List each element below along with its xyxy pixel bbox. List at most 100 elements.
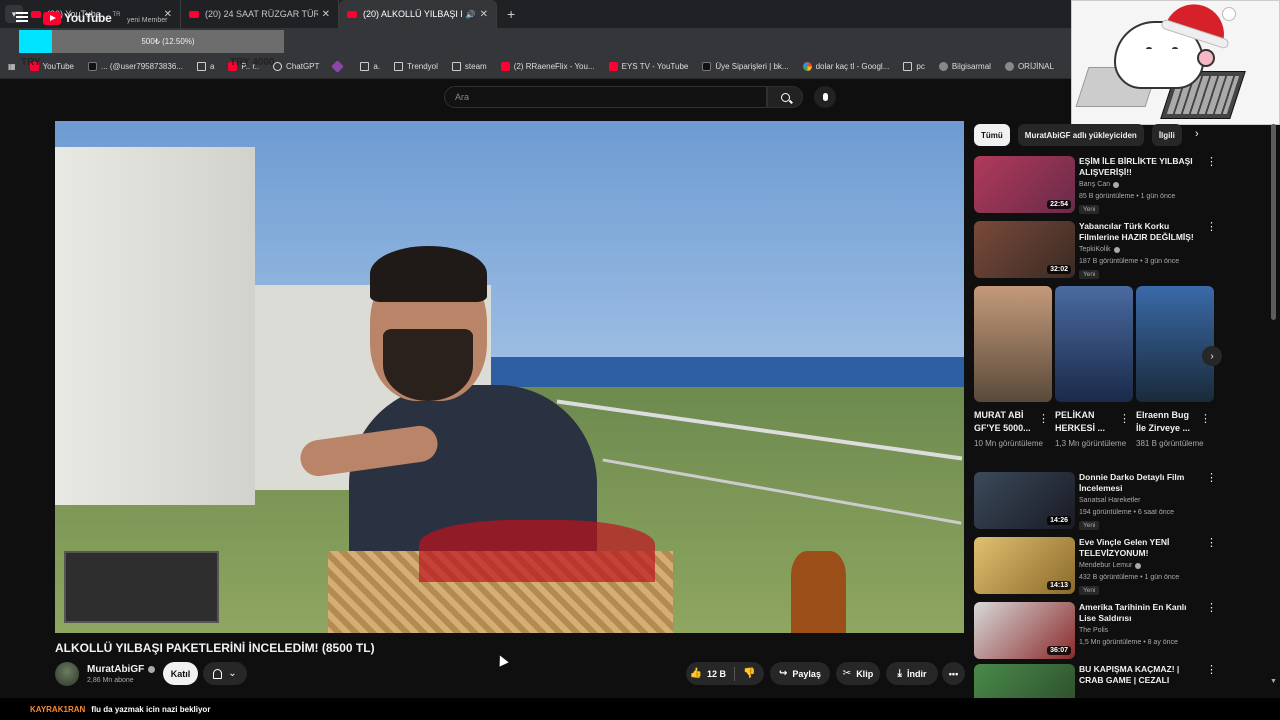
short-views: 381 B görüntüleme xyxy=(1136,439,1204,448)
short-title[interactable]: PELİKAN HERKESİ ... xyxy=(1055,409,1117,435)
youtube-logo[interactable]: YouTube TR xyxy=(43,11,120,25)
menu-icon[interactable] xyxy=(16,12,28,22)
video-thumbnail[interactable]: 14:13 xyxy=(974,537,1075,594)
bookmark-orijinal[interactable]: ORİJİNAL xyxy=(1004,62,1054,71)
duration-badge: 32:02 xyxy=(1047,265,1071,274)
shorts-next-button[interactable]: › xyxy=(1202,346,1222,366)
share-icon: ↪ xyxy=(779,668,788,679)
more-vertical-icon[interactable]: ⋮ xyxy=(1206,538,1217,549)
more-vertical-icon[interactable]: ⋮ xyxy=(1206,222,1217,233)
duration-badge: 22:54 xyxy=(1047,200,1071,209)
more-vertical-icon[interactable]: ⋮ xyxy=(1206,473,1217,484)
tab-title: (20) ALKOLLÜ YILBAŞI PAKE xyxy=(363,9,462,19)
short-views: 1,3 Mn görüntüleme xyxy=(1055,439,1127,448)
more-vertical-icon[interactable]: ⋮ xyxy=(1038,412,1049,425)
scroll-down-arrow-icon[interactable]: ▼ xyxy=(1270,678,1277,685)
bookmark-tiktok[interactable]: ... (@user795873836... xyxy=(88,62,183,71)
download-icon: ⤓ xyxy=(897,668,902,679)
chevron-right-icon: › xyxy=(1210,350,1214,362)
more-vertical-icon[interactable]: ⋮ xyxy=(1119,412,1130,425)
short-thumbnail[interactable] xyxy=(1055,286,1133,402)
search-button[interactable] xyxy=(767,86,803,108)
more-icon: ••• xyxy=(948,668,959,679)
more-vertical-icon[interactable]: ⋮ xyxy=(1206,157,1217,168)
bookmark-uye-siparisleri[interactable]: Üye Siparişleri | bk... xyxy=(702,62,789,71)
video-grill xyxy=(64,551,219,623)
chevron-right-icon[interactable]: › xyxy=(1195,128,1199,140)
share-button[interactable]: ↪ Paylaş xyxy=(770,662,830,685)
close-icon[interactable]: ✕ xyxy=(322,9,330,20)
dislike-icon[interactable]: 👎 xyxy=(743,668,755,679)
video-thumbnail[interactable]: 36:07 xyxy=(974,602,1075,659)
recommendation-item[interactable]: 32:02 Yabancılar Türk Korku Filmlerine H… xyxy=(974,221,1222,279)
short-item[interactable]: PELİKAN HERKESİ ... 1,3 Mn görüntüleme ⋮ xyxy=(1055,286,1133,450)
recommendation-title[interactable]: Donnie Darko Detaylı Film İncelemesi xyxy=(1079,472,1204,494)
download-button[interactable]: ⤓ İndir xyxy=(886,662,938,685)
clip-button[interactable]: ✂ Klip xyxy=(836,662,880,685)
recommendation-title[interactable]: EŞİM İLE BİRLİKTE YILBAŞI ALIŞVERİŞİ!! xyxy=(1079,156,1204,178)
bookmark-folder-a2[interactable]: a. xyxy=(360,62,380,71)
bookmark-folder-a[interactable]: a xyxy=(196,62,214,71)
video-player[interactable] xyxy=(55,121,964,633)
recommendation-title[interactable]: Eve Vinçle Gelen YENİ TELEVİZYONUM! xyxy=(1079,537,1204,559)
video-thumbnail[interactable]: 22:54 xyxy=(974,156,1075,213)
short-thumbnail[interactable] xyxy=(974,286,1052,402)
overlay-member-text: yeni Member xyxy=(127,17,168,24)
recommendation-item[interactable]: BU KAPIŞMA KAÇMAZ! | CRAB GAME | CEZALI … xyxy=(974,664,1222,698)
channel-name-row[interactable]: MuratAbiGF xyxy=(87,664,156,675)
short-title[interactable]: Elraenn Bug İle Zirveye ... xyxy=(1136,409,1198,435)
close-icon[interactable]: ✕ xyxy=(480,9,488,20)
verified-icon xyxy=(148,666,156,673)
google-icon xyxy=(802,62,812,71)
browser-tab-2[interactable]: (20) 24 SAAT RÜZGAR TÜRBİNİ ✕ xyxy=(181,0,339,28)
recommendation-title[interactable]: Yabancılar Türk Korku Filmlerine HAZIR D… xyxy=(1079,221,1204,243)
channel-avatar[interactable] xyxy=(55,662,79,686)
search-icon xyxy=(780,92,790,102)
bookmark-pc[interactable]: pc xyxy=(903,62,925,71)
chip-from-uploader[interactable]: MuratAbiGF adlı yükleyiciden xyxy=(1017,124,1144,146)
short-item[interactable]: Elraenn Bug İle Zirveye ... 381 B görünt… xyxy=(1136,286,1214,450)
bookmark-dolar[interactable]: dolar kaç tl - Googl... xyxy=(802,62,889,71)
video-thumbnail[interactable]: 32:02 xyxy=(974,221,1075,278)
bookmark-bilgisarmal[interactable]: Bilgisarmal xyxy=(938,62,991,71)
channel-name[interactable]: MuratAbiGF xyxy=(87,664,144,675)
join-button[interactable]: Katıl xyxy=(163,662,198,685)
short-item[interactable]: MURAT ABİ GF'YE 5000... 10 Mn görüntülem… xyxy=(974,286,1052,450)
recommendation-meta: 1,5 Mn görüntüleme • 8 ay önce xyxy=(1079,639,1178,646)
like-icon[interactable]: 👍 xyxy=(690,668,702,679)
page-scrollbar[interactable] xyxy=(1271,124,1276,320)
more-vertical-icon[interactable]: ⋮ xyxy=(1200,412,1211,425)
bookmark-chatgpt[interactable]: ChatGPT xyxy=(273,62,319,71)
duration-badge: 14:26 xyxy=(1047,516,1071,525)
bookmark-steam[interactable]: steam xyxy=(451,62,487,71)
new-tab-button[interactable]: + xyxy=(507,6,515,22)
filter-chips: Tümü MuratAbiGF adlı yükleyiciden İlgili xyxy=(974,124,1182,146)
speaker-icon[interactable]: 🔊 xyxy=(466,10,476,19)
recommendation-item[interactable]: 14:13 Eve Vinçle Gelen YENİ TELEVİZYONUM… xyxy=(974,537,1222,595)
more-vertical-icon[interactable]: ⋮ xyxy=(1206,603,1217,614)
bookmark-rraeneflix[interactable]: (2) RRaeneFlix - You... xyxy=(500,62,595,71)
short-title[interactable]: MURAT ABİ GF'YE 5000... xyxy=(974,409,1036,435)
recommendation-title[interactable]: BU KAPIŞMA KAÇMAZ! | CRAB GAME | CEZALI xyxy=(1079,664,1204,686)
bookmark-trendyol[interactable]: Trendyol xyxy=(394,62,438,71)
short-thumbnail[interactable] xyxy=(1136,286,1214,402)
recommendation-item[interactable]: 14:26 Donnie Darko Detaylı Film İnceleme… xyxy=(974,472,1222,530)
stream-overlay-text: 500₺ (12.50%) xyxy=(141,37,195,46)
bookmark-eys-tv[interactable]: EYS TV - YouTube xyxy=(608,62,688,71)
apps-icon[interactable]: ▦ xyxy=(8,62,16,71)
recommendation-title[interactable]: Amerika Tarihinin En Kanlı Lise Saldırıs… xyxy=(1079,602,1204,624)
notifications-button[interactable]: ⌄ xyxy=(203,662,247,685)
bookmark-purple[interactable] xyxy=(331,60,346,73)
video-thumbnail[interactable]: 14:26 xyxy=(974,472,1075,529)
search-input[interactable]: Ara xyxy=(444,86,767,108)
chip-related[interactable]: İlgili xyxy=(1151,124,1182,146)
more-actions-button[interactable]: ••• xyxy=(942,662,965,685)
recommendation-item[interactable]: 22:54 EŞİM İLE BİRLİKTE YILBAŞI ALIŞVERİ… xyxy=(974,156,1222,214)
chip-all[interactable]: Tümü xyxy=(974,124,1010,146)
voice-search-button[interactable] xyxy=(814,86,836,108)
like-count[interactable]: 12 B xyxy=(707,669,726,679)
recommendation-item[interactable]: 36:07 Amerika Tarihinin En Kanlı Lise Sa… xyxy=(974,602,1222,660)
video-thumbnail[interactable] xyxy=(974,664,1075,698)
browser-tab-3[interactable]: (20) ALKOLLÜ YILBAŞI PAKE 🔊 ✕ xyxy=(339,0,497,28)
more-vertical-icon[interactable]: ⋮ xyxy=(1206,665,1217,676)
